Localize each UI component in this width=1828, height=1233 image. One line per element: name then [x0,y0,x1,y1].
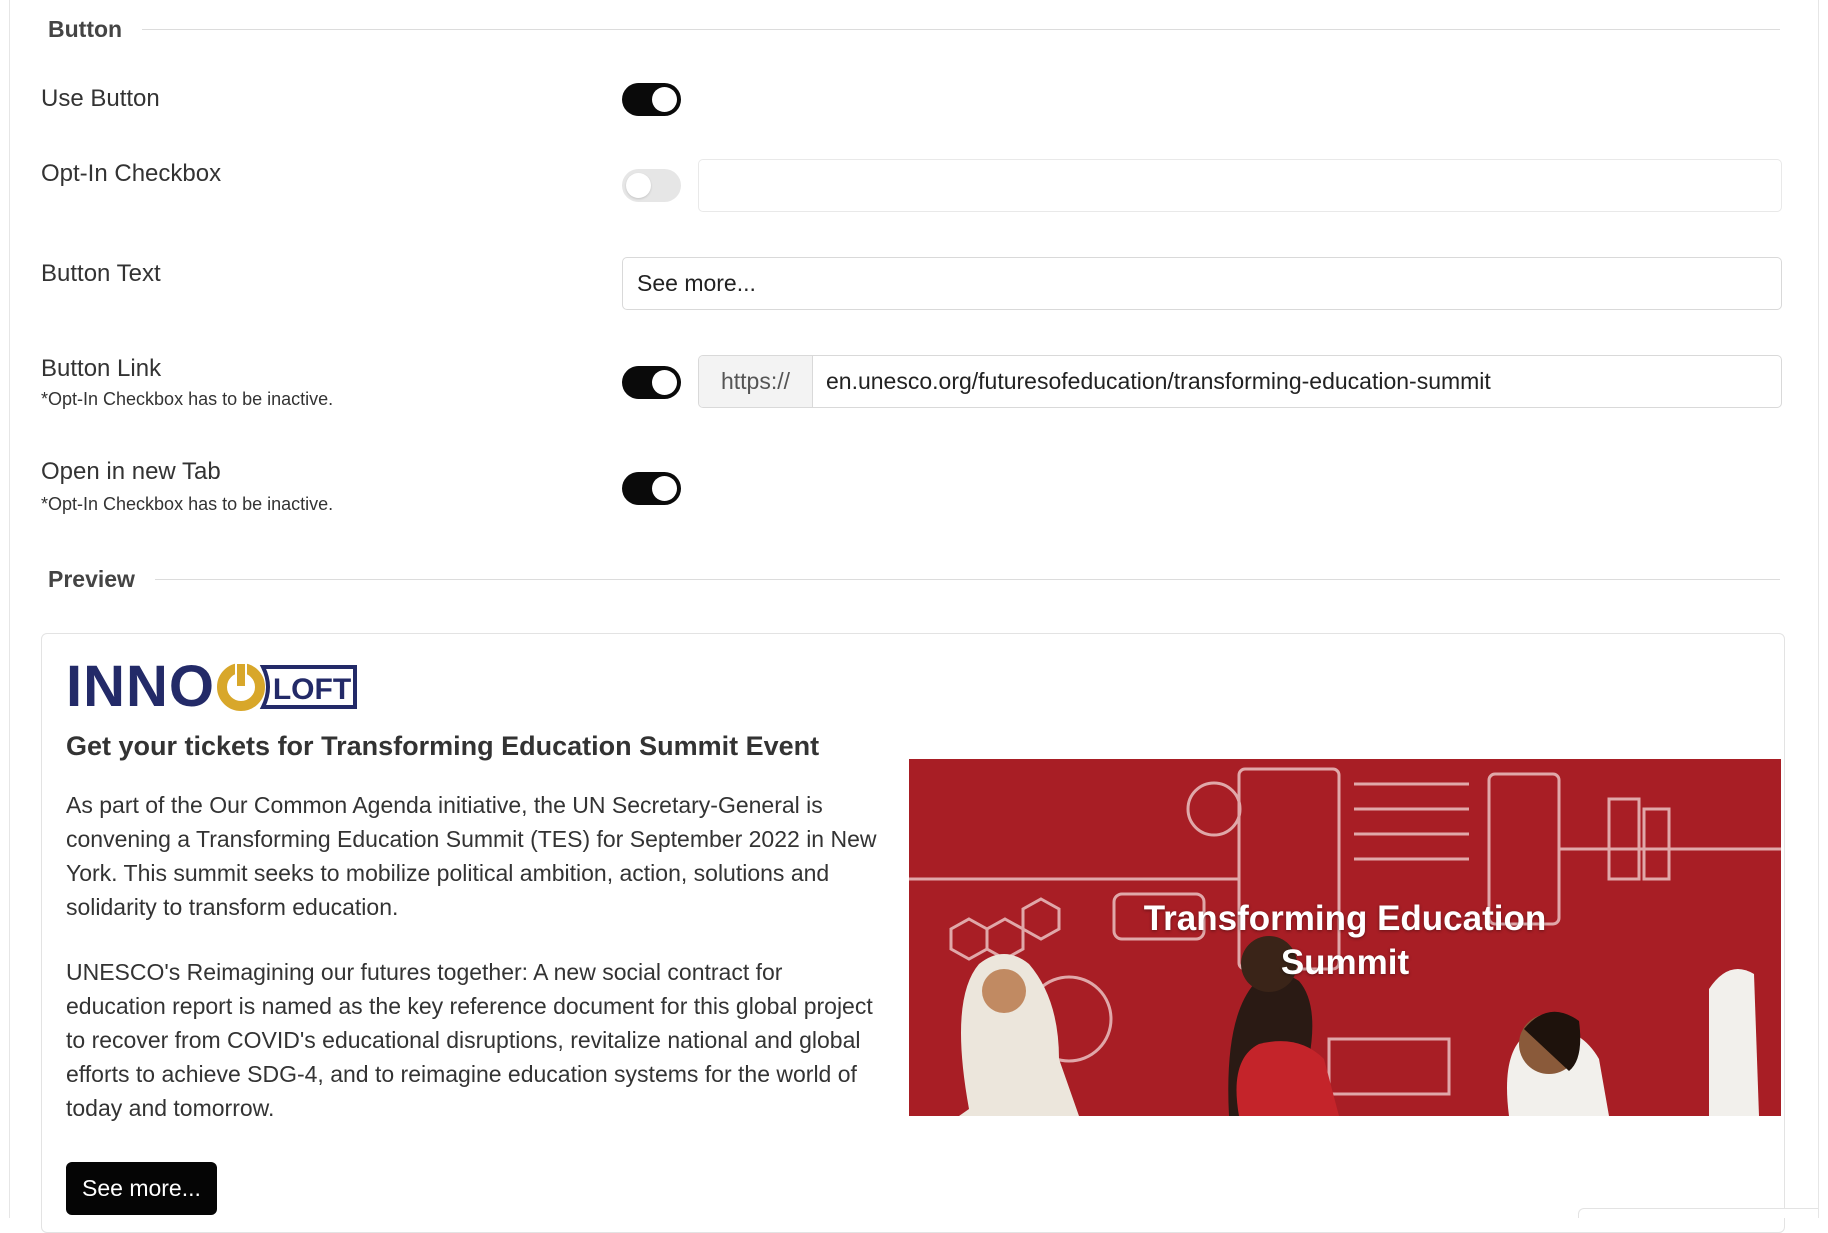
divider [154,579,1780,580]
opt-in-checkbox-toggle[interactable] [622,169,681,202]
preview-card: INNO LOFT Get your tickets for Transform… [41,633,1785,1233]
power-icon: LOFT [217,663,357,711]
logo-suffix: LOFT [273,673,351,706]
settings-page: Button Use Button Opt-In Checkbox Button… [9,0,1819,1233]
toggle-knob [652,476,677,501]
toggle-knob [652,370,677,395]
section-title: Button [48,16,123,42]
toggle-knob [626,173,651,198]
button-section-header: Button [48,16,1780,43]
open-new-tab-label: Open in new Tab [41,458,221,485]
preview-paragraph-1: As part of the Our Common Agenda initiat… [66,792,877,920]
section-title: Preview [48,566,135,592]
opt-in-text-field[interactable] [698,159,1782,212]
preview-paragraph-2: UNESCO's Reimagining our futures togethe… [66,959,873,1121]
preview-section-header: Preview [48,566,1780,593]
button-link-toggle[interactable] [622,366,681,399]
button-text-label: Button Text [41,260,161,287]
toggle-knob [652,87,677,112]
url-prefix: https:// [699,356,813,407]
button-link-label: Button Link [41,355,162,382]
button-link-hint: *Opt-In Checkbox has to be inactive. [41,389,334,409]
summit-hero-image: Transforming Education Summit [909,759,1781,1116]
corner-panel [1578,1208,1818,1218]
url-input[interactable]: en.unesco.org/futuresofeducation/transfo… [813,356,1781,407]
hero-title: Transforming Education Summit [909,897,1781,985]
hero-title-line-2: Summit [1280,943,1410,982]
button-text-input[interactable]: See more... [622,257,1782,310]
use-button-label: Use Button [41,85,160,112]
preview-headline: Get your tickets for Transforming Educat… [66,731,820,761]
logo-word: INNO [66,654,215,719]
open-new-tab-toggle[interactable] [622,472,681,505]
see-more-button[interactable]: See more... [66,1162,217,1215]
open-new-tab-hint: *Opt-In Checkbox has to be inactive. [41,494,334,514]
hero-title-line-1: Transforming Education [1143,899,1547,938]
use-button-toggle[interactable] [622,83,681,116]
divider [142,29,1780,30]
innoloft-logo: INNO LOFT [66,658,361,716]
opt-in-checkbox-label: Opt-In Checkbox [41,160,222,187]
button-link-url-field[interactable]: https:// en.unesco.org/futuresofeducatio… [698,355,1782,408]
